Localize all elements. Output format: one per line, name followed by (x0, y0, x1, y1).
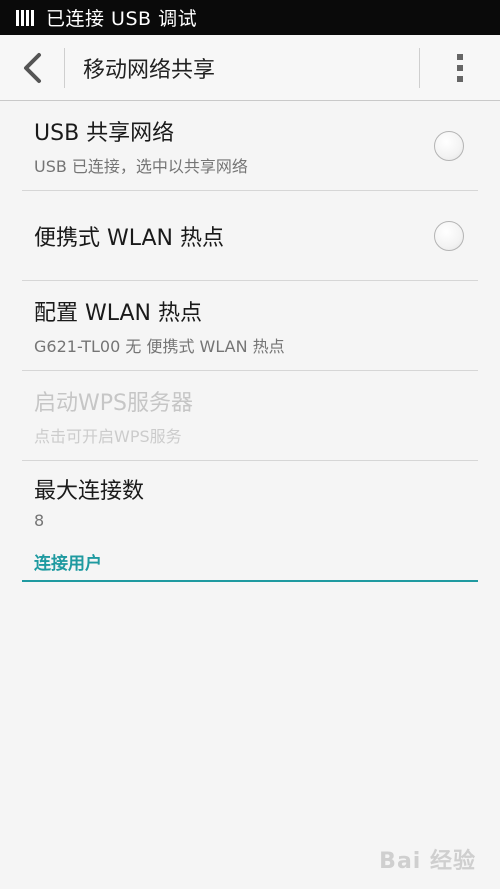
usb-tethering-subtitle: USB 已连接，选中以共享网络 (34, 156, 248, 176)
action-bar: 移动网络共享 (0, 35, 500, 101)
watermark: Bai 经验 (379, 849, 476, 874)
usb-tethering-toggle[interactable] (434, 130, 464, 161)
usb-tethering-row[interactable]: USB 共享网络 USB 已连接，选中以共享网络 (22, 101, 478, 191)
max-connections-title: 最大连接数 (34, 478, 145, 504)
wlan-hotspot-row[interactable]: 便携式 WLAN 热点 (22, 191, 478, 281)
connected-users-header: 连接用户 (34, 554, 102, 574)
configure-hotspot-row[interactable]: 配置 WLAN 热点 G621-TL00 无 便携式 WLAN 热点 (22, 281, 478, 371)
configure-hotspot-subtitle: G621-TL00 无 便携式 WLAN 热点 (34, 336, 285, 356)
max-connections-value: 8 (34, 510, 45, 530)
header-divider (64, 47, 65, 88)
wlan-hotspot-toggle[interactable] (434, 220, 464, 251)
page-title: 移动网络共享 (83, 57, 216, 83)
max-connections-row[interactable]: 最大连接数 8 (22, 461, 478, 541)
back-button[interactable] (0, 35, 64, 101)
usb-tethering-title: USB 共享网络 (34, 120, 175, 146)
section-divider (22, 580, 478, 582)
back-arrow-icon (24, 52, 41, 83)
status-text: 已连接 USB 调试 (46, 8, 198, 30)
more-vert-icon (457, 53, 463, 82)
wps-server-row: 启动WPS服务器 点击可开启WPS服务 (22, 371, 478, 461)
status-bar: 已连接 USB 调试 (0, 0, 500, 35)
wps-server-subtitle: 点击可开启WPS服务 (34, 426, 182, 446)
usb-debug-icon (16, 9, 34, 26)
wlan-hotspot-title: 便携式 WLAN 热点 (34, 225, 225, 251)
overflow-menu-button[interactable] (420, 35, 500, 101)
wps-server-title: 启动WPS服务器 (34, 390, 193, 416)
configure-hotspot-title: 配置 WLAN 热点 (34, 300, 203, 326)
settings-list: USB 共享网络 USB 已连接，选中以共享网络 便携式 WLAN 热点 配置 … (0, 101, 500, 582)
